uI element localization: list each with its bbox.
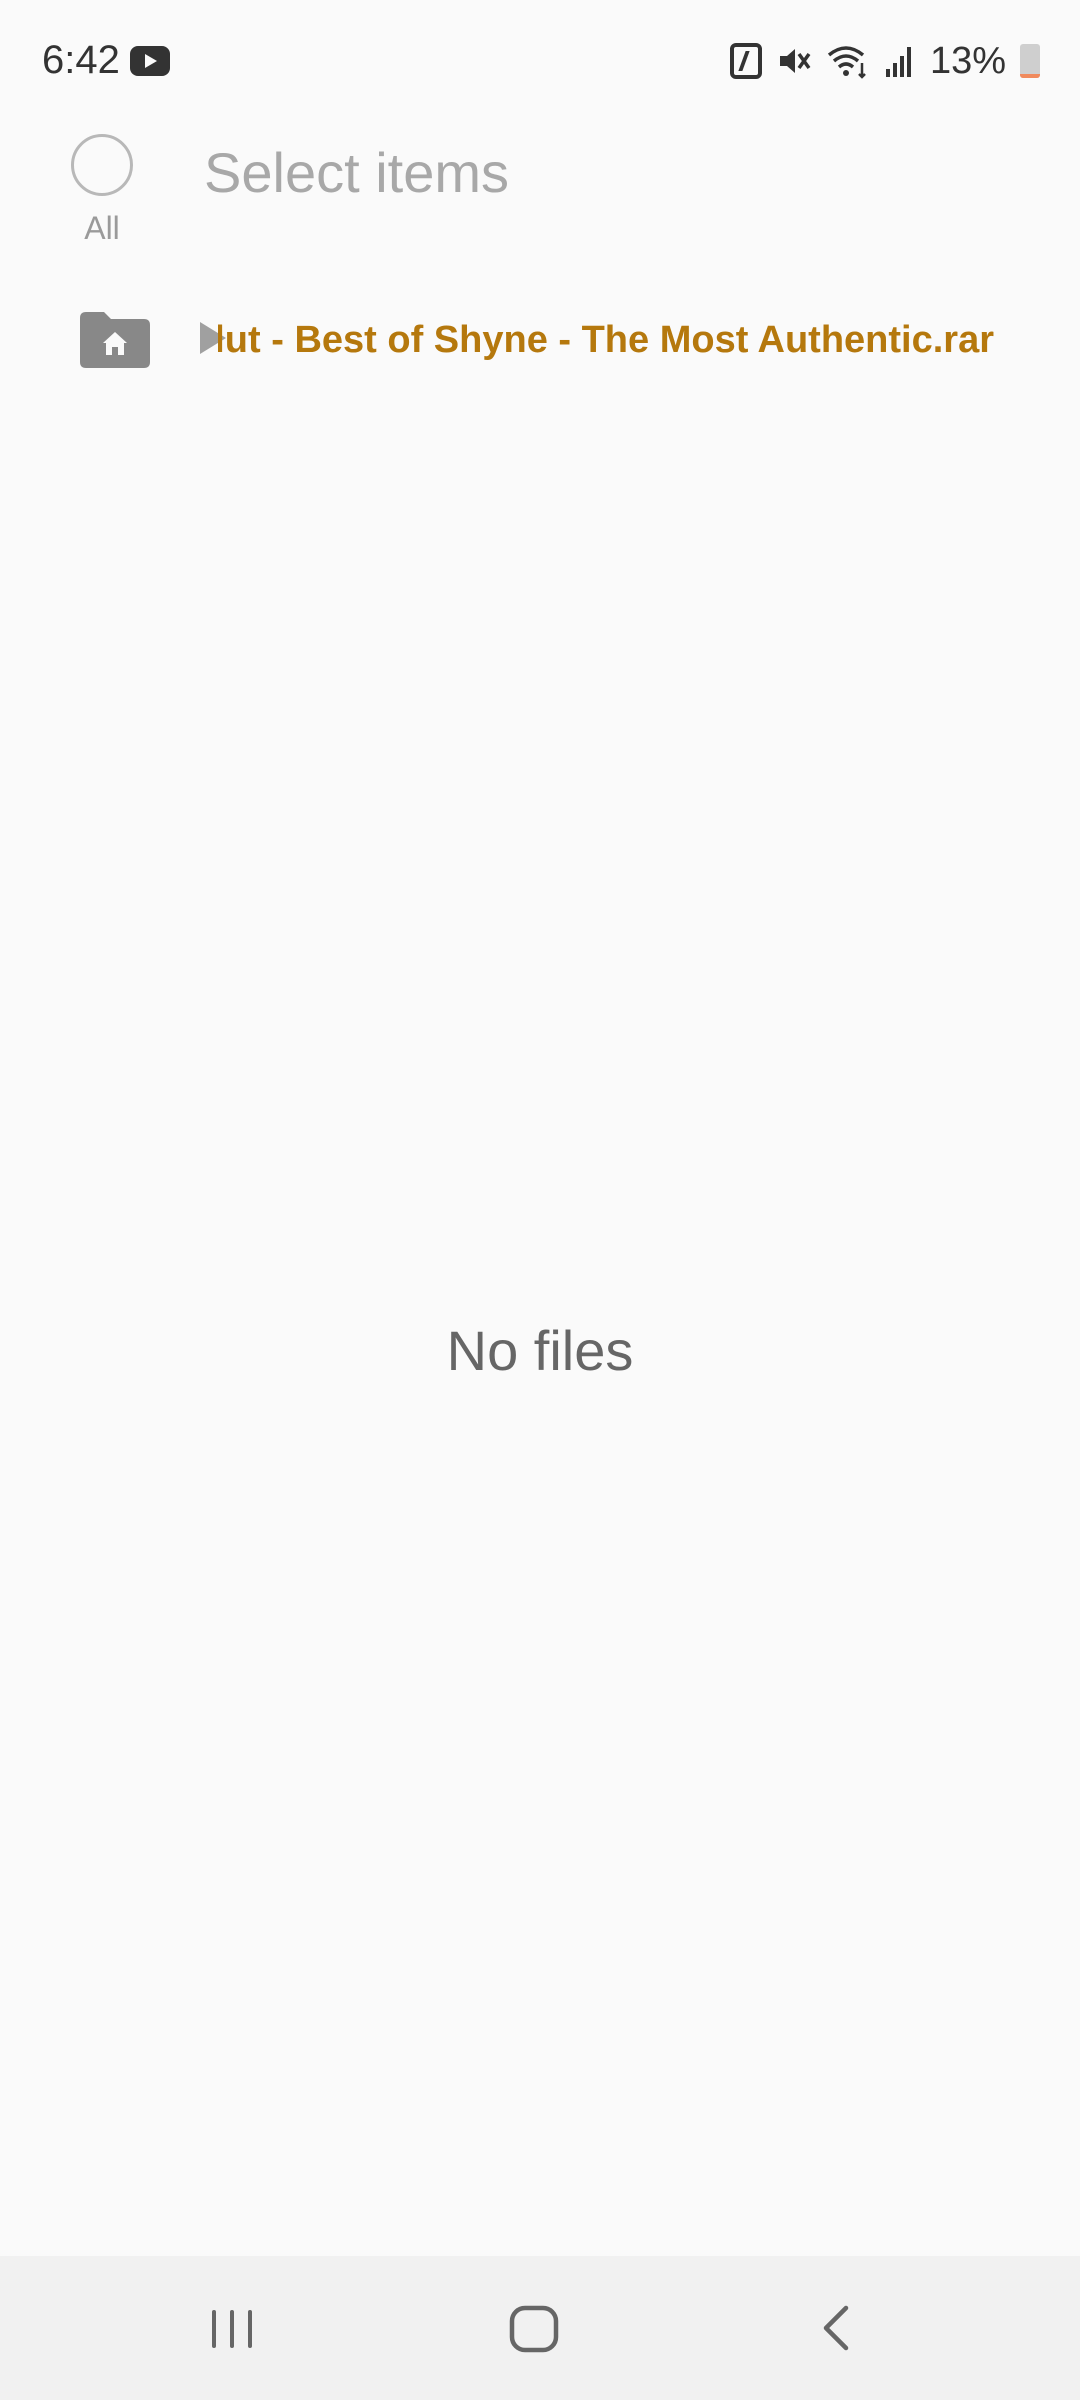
status-icons: 13% — [729, 38, 1040, 84]
wifi-icon — [827, 46, 866, 79]
battery-percent: 13% — [929, 39, 1006, 82]
empty-state-message: No files — [446, 1319, 634, 1382]
recents-icon[interactable] — [200, 2296, 264, 2360]
breadcrumb-path[interactable]: Heltah Skeltah Volut - Best of Shyne - T… — [218, 310, 994, 370]
home-folder-icon[interactable] — [80, 310, 150, 368]
select-all-checkbox[interactable]: All — [66, 134, 138, 247]
mute-icon — [779, 49, 811, 73]
battery-icon — [1020, 44, 1040, 78]
youtube-icon — [130, 46, 170, 76]
status-time: 6:42 — [42, 38, 120, 82]
select-all-circle-icon[interactable] — [71, 134, 133, 196]
battery-level-fill — [1020, 73, 1040, 78]
file-manager-screen: 6:42 13% All Select items lut - Best of … — [0, 0, 1080, 2400]
navigation-bar — [0, 2256, 1080, 2400]
home-icon[interactable] — [502, 2296, 566, 2360]
nfc-icon — [729, 43, 762, 79]
status-bar: 6:42 13% — [0, 0, 1080, 120]
select-all-label: All — [84, 210, 120, 246]
breadcrumb-path-container[interactable]: Heltah Skeltah Volut - Best of Shyne - T… — [218, 310, 994, 370]
back-icon[interactable] — [806, 2296, 870, 2360]
page-title: Select items — [204, 141, 509, 204]
signal-icon — [885, 47, 911, 77]
breadcrumb: Heltah Skeltah Volut - Best of Shyne - T… — [0, 300, 1080, 380]
